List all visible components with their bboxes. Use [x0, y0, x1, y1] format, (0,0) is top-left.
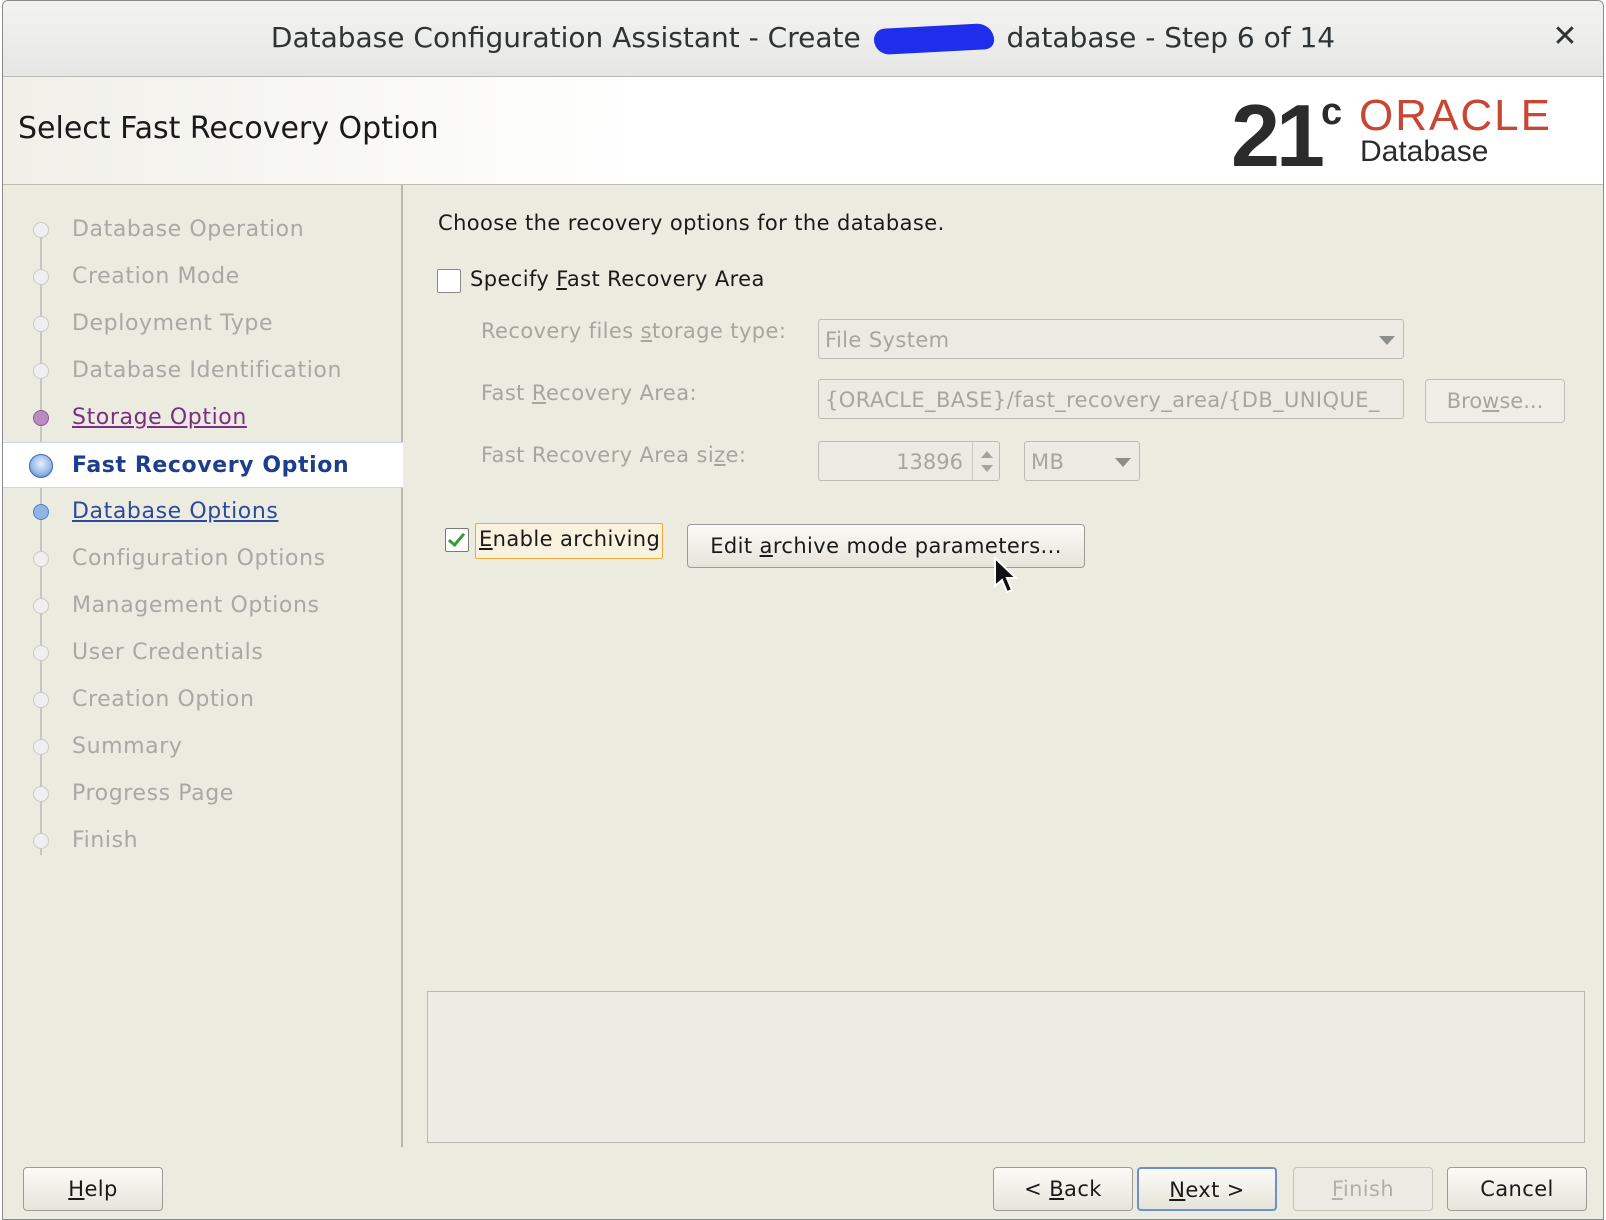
fra-size-stepper[interactable]: 13896 [818, 441, 1000, 481]
sidebar-step-finish: Finish [3, 818, 403, 864]
step-indicator-icon [33, 504, 49, 520]
sidebar-step-deployment-type: Deployment Type [3, 301, 403, 347]
cancel-button[interactable]: Cancel [1447, 1167, 1587, 1211]
sidebar-step-database-identification: Database Identification [3, 348, 403, 394]
step-label: Storage Option [72, 405, 247, 430]
step-indicator-icon [33, 222, 49, 238]
title-bar[interactable]: Database Configuration Assistant - Creat… [3, 1, 1603, 77]
dbca-window: Database Configuration Assistant - Creat… [2, 0, 1604, 1220]
step-indicator-icon [33, 739, 49, 755]
page-title: Select Fast Recovery Option [18, 111, 439, 146]
step-indicator-icon [33, 316, 49, 332]
stepper-up-icon[interactable] [981, 451, 993, 458]
step-indicator-icon [33, 551, 49, 567]
sidebar-step-management-options: Management Options [3, 583, 403, 629]
oracle-logo: ORACLE [1359, 91, 1552, 140]
back-button[interactable]: < Back [993, 1167, 1133, 1211]
oracle-version-number: 21 [1231, 86, 1325, 185]
fra-size-value: 13896 [896, 450, 963, 474]
finish-button[interactable]: Finish [1293, 1167, 1433, 1211]
window-title-suffix: database - Step 6 of 14 [1006, 21, 1336, 54]
window-title: Database Configuration Assistant - Creat… [3, 21, 1603, 56]
next-button[interactable]: Next > [1137, 1167, 1277, 1211]
dropdown-arrow-icon [1115, 458, 1131, 467]
fra-location-input[interactable]: {ORACLE_BASE}/fast_recovery_area/{DB_UNI… [818, 379, 1404, 419]
fra-size-label: Fast Recovery Area size: [481, 443, 747, 467]
sidebar-step-database-operation: Database Operation [3, 207, 403, 253]
help-button[interactable]: Help [23, 1167, 163, 1211]
sidebar-step-storage-option[interactable]: Storage Option [3, 395, 403, 441]
sidebar-step-configuration-options: Configuration Options [3, 536, 403, 582]
step-label: Finish [72, 828, 139, 853]
dropdown-arrow-icon [1379, 336, 1395, 345]
fra-size-unit-select[interactable]: MB [1024, 441, 1140, 481]
step-indicator-icon [33, 786, 49, 802]
step-label: Progress Page [72, 781, 234, 806]
step-indicator-icon [33, 410, 49, 426]
sidebar-step-creation-mode: Creation Mode [3, 254, 403, 300]
redaction-mark [872, 22, 995, 56]
sidebar-step-summary: Summary [3, 724, 403, 770]
step-indicator-icon [33, 692, 49, 708]
step-indicator-icon [33, 269, 49, 285]
specify-fra-checkbox[interactable] [437, 269, 461, 293]
browse-button[interactable]: Browse... [1425, 379, 1565, 423]
sidebar-step-user-credentials: User Credentials [3, 630, 403, 676]
checkmark-icon [447, 528, 466, 548]
edit-archive-params-button[interactable]: Edit archive mode parameters... [687, 524, 1085, 568]
steps-sidebar: Database Operation Creation Mode Deploymen… [3, 185, 403, 1147]
storage-type-select[interactable]: File System [818, 319, 1404, 359]
step-indicator-icon [33, 645, 49, 661]
step-label: Creation Mode [72, 264, 240, 289]
mouse-cursor-icon [994, 556, 1017, 594]
step-indicator-icon [33, 363, 49, 379]
window-title-prefix: Database Configuration Assistant - Creat… [270, 21, 861, 54]
stepper-down-icon[interactable] [981, 465, 993, 472]
step-label: Creation Option [72, 687, 255, 712]
sidebar-step-fast-recovery-option: Fast Recovery Option [3, 442, 403, 488]
enable-archiving-checkbox[interactable] [445, 528, 469, 552]
step-label: Management Options [72, 593, 320, 618]
step-label: Database Identification [72, 358, 343, 383]
close-icon[interactable]: ✕ [1549, 21, 1581, 53]
main-content: Choose the recovery options for the data… [405, 185, 1603, 1147]
step-label: User Credentials [72, 640, 264, 665]
wizard-footer: Help < Back Next > Finish Cancel [3, 1147, 1603, 1219]
sidebar-step-database-options[interactable]: Database Options [3, 489, 403, 535]
specify-fra-label[interactable]: Specify Fast Recovery Area [470, 267, 765, 291]
fra-location-label: Fast Recovery Area: [481, 381, 697, 405]
step-indicator-icon [29, 454, 53, 478]
page-header: Select Fast Recovery Option 21 c ORACLE … [3, 77, 1603, 185]
enable-archiving-label[interactable]: Enable archiving [479, 527, 660, 551]
message-panel [427, 991, 1585, 1143]
step-label: Database Operation [72, 217, 305, 242]
instructions-text: Choose the recovery options for the data… [438, 211, 945, 235]
sidebar-step-progress-page: Progress Page [3, 771, 403, 817]
step-indicator-icon [33, 598, 49, 614]
step-label: Database Options [72, 499, 279, 524]
fra-size-unit-value: MB [1031, 450, 1065, 474]
stepper-divider [972, 442, 973, 480]
step-label: Summary [72, 734, 183, 759]
oracle-product-name: Database [1360, 135, 1489, 168]
storage-type-value: File System [825, 328, 950, 352]
step-indicator-icon [33, 833, 49, 849]
step-label: Configuration Options [72, 546, 326, 571]
step-label: Deployment Type [72, 311, 274, 336]
step-label: Fast Recovery Option [72, 453, 350, 478]
storage-type-label: Recovery files storage type: [481, 319, 787, 343]
sidebar-step-creation-option: Creation Option [3, 677, 403, 723]
oracle-version-suffix: c [1321, 91, 1343, 133]
